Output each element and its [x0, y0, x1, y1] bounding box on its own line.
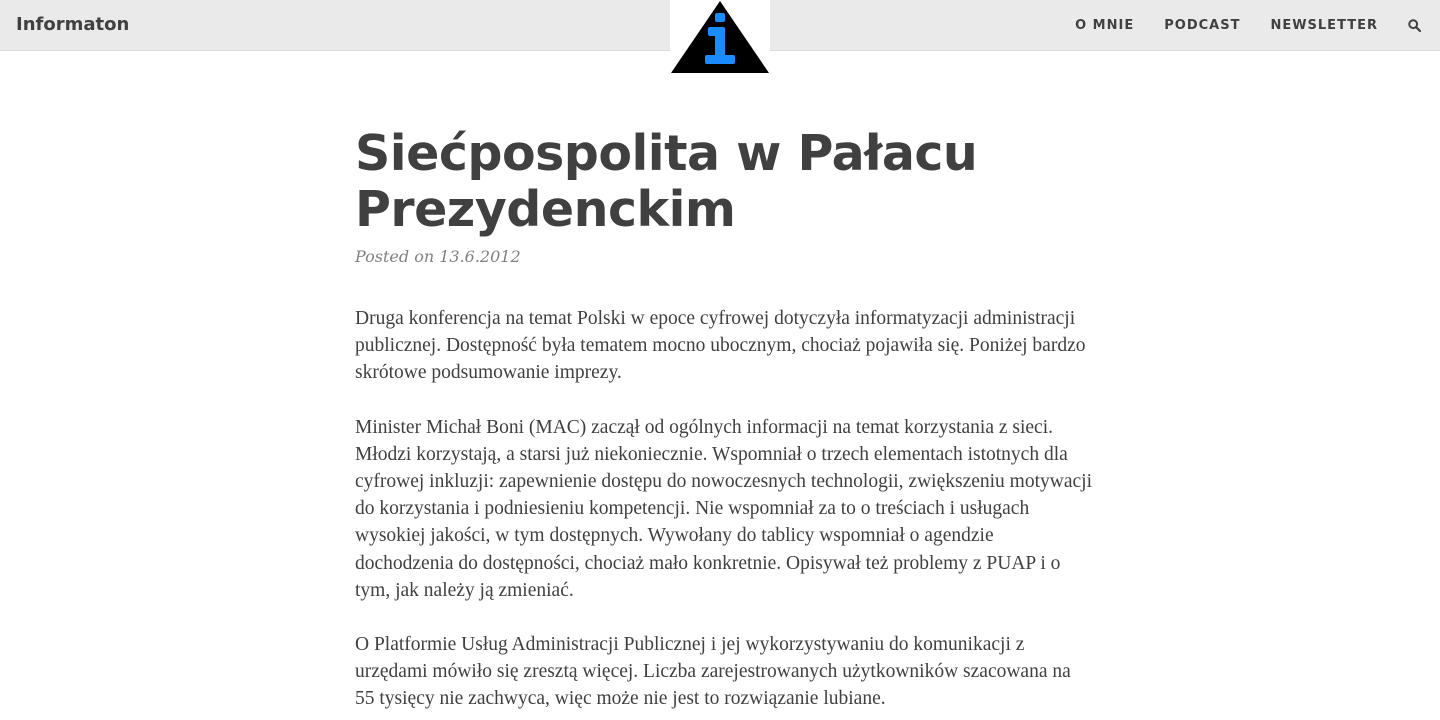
site-logo[interactable] [670, 0, 770, 75]
info-triangle-logo-icon [671, 1, 769, 73]
post-paragraph: Druga konferencja na temat Polski w epoc… [355, 308, 1086, 384]
main-nav: O MNIE PODCAST NEWSLETTER [1075, 0, 1422, 51]
post-title: Siećpospolita w Pałacu Prezydenckim [355, 125, 978, 238]
post-paragraph: Minister Michał Boni (MAC) zaczął od ogó… [355, 416, 1092, 601]
post-body: Druga konferencja na temat Polski w epoc… [355, 305, 1095, 713]
nav-link-newsletter[interactable]: NEWSLETTER [1270, 18, 1378, 34]
post-paragraph: O Platformie Usług Administracji Publicz… [355, 634, 1071, 710]
search-icon [1407, 19, 1421, 32]
nav-link-podcast[interactable]: PODCAST [1164, 18, 1240, 34]
search-button[interactable] [1406, 18, 1422, 34]
blog-post: Siećpospolita w Pałacu Prezydenckim Post… [355, 126, 1095, 720]
post-date: Posted on 13.6.2012 [355, 247, 521, 266]
site-brand-link[interactable]: Informaton [16, 13, 129, 37]
nav-link-o-mnie[interactable]: O MNIE [1075, 18, 1134, 34]
